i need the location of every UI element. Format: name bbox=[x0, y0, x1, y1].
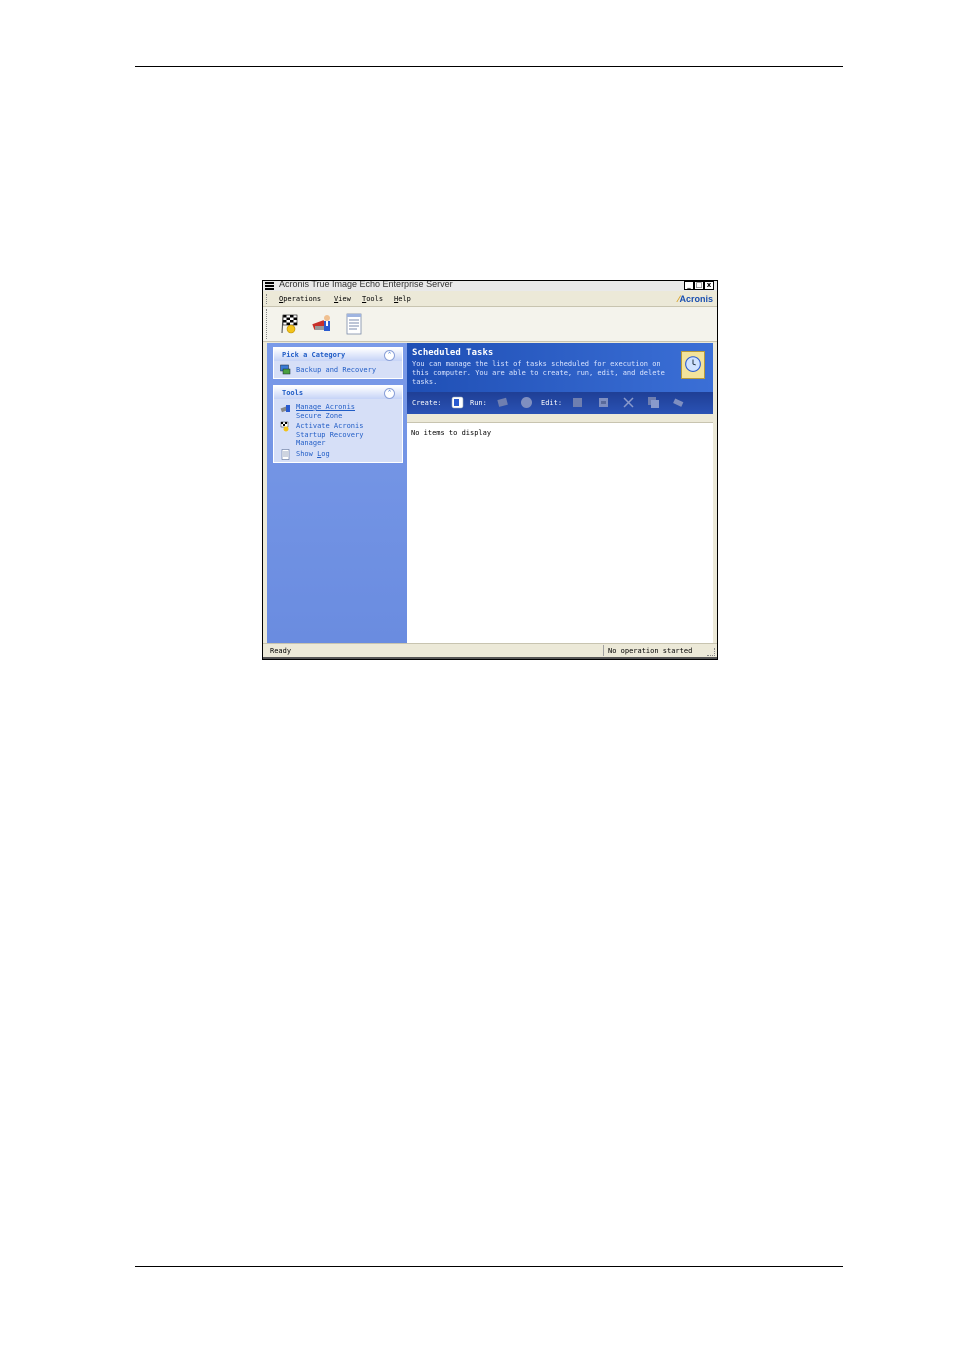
operation-status: No operation started bbox=[608, 647, 693, 655]
close-button[interactable]: x bbox=[704, 281, 714, 290]
task-action-bar: Create: Run: Edit: bbox=[407, 392, 713, 414]
run-label: Run: bbox=[470, 399, 487, 407]
scheduled-clock-icon bbox=[681, 351, 705, 379]
sidebar-item-manage-secure-zone[interactable]: Manage Acronis Secure Zone bbox=[296, 403, 355, 420]
sidebar-item-show-log[interactable]: Show Log bbox=[296, 450, 330, 459]
stop-task-icon[interactable] bbox=[520, 396, 533, 409]
acronis-logo: ⁄Acronis bbox=[677, 294, 713, 304]
show-log-pre: Show bbox=[296, 450, 318, 458]
main-pane: Scheduled Tasks You can manage the list … bbox=[407, 343, 713, 643]
secure-zone-icon bbox=[280, 405, 290, 413]
resize-grip[interactable] bbox=[707, 648, 715, 656]
list-header-bar bbox=[407, 414, 713, 423]
page-description: You can manage the list of tasks schedul… bbox=[412, 360, 665, 386]
task-sidebar: Pick a Category ⌃ Backup and Recovery To… bbox=[267, 343, 407, 643]
main-toolbar bbox=[263, 307, 717, 342]
checkered-flag-icon[interactable] bbox=[279, 313, 301, 335]
scheduled-tasks-banner: Scheduled Tasks You can manage the list … bbox=[407, 343, 713, 392]
pick-category-panel: Pick a Category ⌃ Backup and Recovery bbox=[273, 347, 403, 379]
properties-icon[interactable] bbox=[597, 396, 610, 409]
activate-recovery-line1: Activate Acronis bbox=[296, 422, 364, 430]
create-label: Create: bbox=[412, 399, 442, 407]
manage-secure-zone-line1: Manage Acronis bbox=[296, 403, 356, 411]
status-text: Ready bbox=[270, 647, 292, 655]
show-log-icon bbox=[281, 449, 290, 460]
activate-recovery-line2: Startup Recovery bbox=[296, 430, 364, 439]
recovery-manager-icon bbox=[280, 421, 289, 432]
menu-help[interactable]: Help bbox=[394, 295, 411, 303]
taskbar-strip bbox=[263, 657, 717, 659]
pick-category-header[interactable]: Pick a Category ⌃ bbox=[274, 348, 402, 361]
title-bar[interactable]: Acronis True Image Echo Enterprise Serve… bbox=[263, 281, 717, 291]
tools-title: Tools bbox=[282, 389, 304, 397]
manager-tools-icon[interactable] bbox=[311, 313, 333, 335]
run-task-icon[interactable] bbox=[496, 396, 509, 409]
sidebar-item-backup-recovery[interactable]: Backup and Recovery bbox=[296, 366, 376, 375]
page-title: Scheduled Tasks bbox=[412, 348, 494, 358]
maximize-button[interactable]: □ bbox=[694, 281, 704, 290]
create-task-icon[interactable] bbox=[451, 396, 464, 409]
empty-list-message: No items to display bbox=[411, 429, 492, 437]
backup-recovery-icon bbox=[280, 364, 291, 375]
header-rule bbox=[135, 66, 843, 67]
window-title: Acronis True Image Echo Enterprise Serve… bbox=[279, 280, 453, 289]
menu-operations[interactable]: Operations bbox=[279, 295, 321, 303]
tools-panel: Tools ⌃ Manage Acronis Secure Zone Activ… bbox=[273, 385, 403, 463]
status-bar: Ready No operation started bbox=[263, 643, 717, 658]
minimize-button[interactable]: _ bbox=[684, 281, 694, 290]
app-window: Acronis True Image Echo Enterprise Serve… bbox=[262, 280, 718, 660]
status-divider bbox=[603, 645, 604, 656]
footer-rule bbox=[135, 1266, 843, 1267]
collapse-icon[interactable]: ⌃ bbox=[384, 350, 395, 361]
pick-category-title: Pick a Category bbox=[282, 351, 346, 359]
menu-view[interactable]: View bbox=[334, 295, 351, 303]
system-menu-icon[interactable] bbox=[265, 282, 274, 290]
log-document-icon[interactable] bbox=[343, 313, 365, 335]
menubar-grip[interactable] bbox=[266, 294, 270, 304]
rename-task-icon[interactable] bbox=[672, 396, 685, 409]
edit-label: Edit: bbox=[541, 399, 563, 407]
menu-tools[interactable]: Tools bbox=[362, 295, 383, 303]
toolbar-grip[interactable] bbox=[266, 309, 270, 339]
edit-task-icon[interactable] bbox=[571, 396, 584, 409]
menu-bar: Operations View Tools Help ⁄Acronis bbox=[263, 292, 717, 307]
tools-header[interactable]: Tools ⌃ bbox=[274, 386, 402, 399]
delete-icon[interactable] bbox=[622, 396, 635, 409]
sidebar-item-activate-recovery-manager[interactable]: Activate Acronis Startup Recovery Manage… bbox=[296, 422, 363, 448]
manage-secure-zone-line2: Secure Zone bbox=[296, 411, 343, 420]
clone-task-icon[interactable] bbox=[647, 396, 660, 409]
collapse-icon[interactable]: ⌃ bbox=[384, 388, 395, 399]
activate-recovery-line3: Manager bbox=[296, 439, 326, 447]
show-log-post: og bbox=[321, 450, 330, 458]
